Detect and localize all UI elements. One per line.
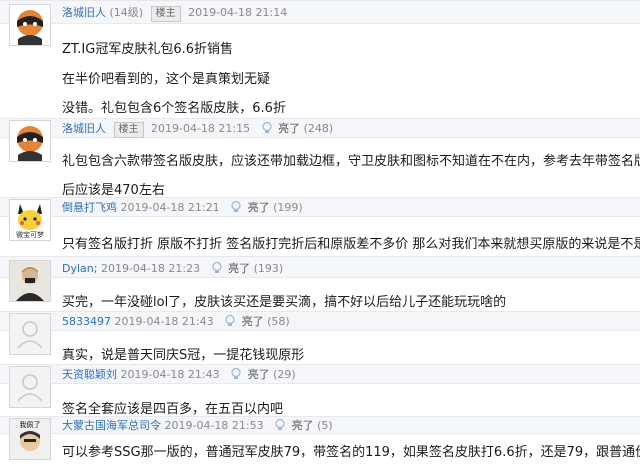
post-meta: 5833497 2019-04-18 21:43 亮了 (58) bbox=[62, 313, 290, 330]
avatar-ninja-icon bbox=[10, 5, 50, 45]
like-count: (193) bbox=[253, 262, 284, 275]
username[interactable]: Dylan; bbox=[62, 262, 97, 275]
post-text-line: 真实，说是普天同庆S冠，一提花钱现原形 bbox=[62, 348, 305, 363]
op-badge: 楼主 bbox=[113, 122, 144, 138]
timestamp: 2019-04-18 21:21 bbox=[120, 201, 220, 214]
post-meta: 大蒙古国海军总司令 2019-04-18 21:53 亮了 (5) bbox=[62, 417, 333, 434]
timestamp: 2019-04-18 21:23 bbox=[100, 262, 201, 275]
like-count: (29) bbox=[273, 368, 296, 381]
timestamp: 2019-04-18 21:15 bbox=[151, 122, 251, 135]
post-text-line: 没错。礼包包含6个签名版皮肤，6.6折 bbox=[62, 101, 286, 116]
post-meta: Dylan; 2019-04-18 21:23 亮了 (193) bbox=[62, 260, 283, 277]
like-count: (248) bbox=[303, 122, 334, 135]
avatar-ninja-icon bbox=[10, 121, 50, 161]
post-text-line: 签名全套应该是四百多，在五百以内吧 bbox=[62, 402, 284, 417]
post-meta: 天资聪颖刘 2019-04-18 21:43 亮了 (29) bbox=[62, 366, 296, 383]
like-label[interactable]: 亮了 bbox=[248, 368, 270, 381]
username[interactable]: 洛城旧人 bbox=[62, 122, 106, 135]
like-bulb-icon[interactable] bbox=[225, 314, 235, 330]
like-bulb-icon[interactable] bbox=[231, 367, 241, 383]
like-count: (58) bbox=[267, 315, 290, 328]
avatar-photo-icon bbox=[10, 261, 50, 301]
post-meta: 洛城旧人 楼主 2019-04-18 21:15 亮了 (248) bbox=[62, 120, 333, 138]
op-badge: 楼主 bbox=[150, 6, 181, 22]
post-meta: 倒悬打飞鸡 2019-04-18 21:21 亮了 (199) bbox=[62, 199, 303, 216]
avatar[interactable]: 我佩了 bbox=[9, 418, 51, 460]
like-bulb-icon[interactable] bbox=[262, 121, 272, 137]
like-label[interactable]: 亮了 bbox=[228, 262, 250, 275]
user-level: (14级) bbox=[109, 6, 144, 19]
like-label[interactable]: 亮了 bbox=[242, 315, 264, 328]
post-text-line: 只有签名版打折 原版不打折 签名版打完折后和原版差不多价 那么对我们本来就想买原… bbox=[62, 237, 640, 252]
like-count: (5) bbox=[317, 419, 333, 432]
post-text-line: 可以参考SSG那一版的，普通冠军皮肤79，带签名的119，如果签名皮肤打6.6折… bbox=[62, 445, 640, 460]
post-meta: 洛城旧人 (14级) 楼主 2019-04-18 21:14 bbox=[62, 4, 287, 22]
username[interactable]: 大蒙古国海军总司令 bbox=[62, 419, 161, 432]
like-count: (199) bbox=[273, 201, 303, 214]
post-text-line: 礼包包含六款带签名版皮肤，应该还带加载边框，守卫皮肤和图标不知道在不在内，参考去… bbox=[62, 154, 640, 169]
like-label[interactable]: 亮了 bbox=[248, 201, 270, 214]
avatar-caption: 我佩了 bbox=[19, 421, 41, 429]
timestamp: 2019-04-18 21:53 bbox=[164, 419, 264, 432]
like-label[interactable]: 亮了 bbox=[278, 122, 300, 135]
post-text-line: 后应该是470左右 bbox=[62, 183, 165, 198]
avatar[interactable] bbox=[9, 120, 51, 162]
username[interactable]: 5833497 bbox=[62, 315, 111, 328]
username[interactable]: 洛城旧人 bbox=[62, 6, 106, 19]
timestamp: 2019-04-18 21:43 bbox=[120, 368, 220, 381]
avatar[interactable] bbox=[9, 313, 51, 355]
post-text-line: 买完，一年没碰lol了，皮肤该买还是要买滴，搞不好以后给儿子还能玩玩啥的 bbox=[62, 295, 507, 310]
like-bulb-icon[interactable] bbox=[211, 261, 222, 277]
timestamp: 2019-04-18 21:14 bbox=[188, 6, 288, 19]
like-bulb-icon[interactable] bbox=[275, 418, 285, 434]
like-bulb-icon[interactable] bbox=[231, 200, 241, 216]
post-text-line: 在半价吧看到的，这个是真策划无疑 bbox=[62, 72, 271, 87]
avatar[interactable] bbox=[9, 4, 51, 46]
avatar-caption: 微宝可梦 bbox=[10, 230, 50, 240]
avatar[interactable]: 微宝可梦 bbox=[9, 199, 51, 241]
default-avatar-icon bbox=[10, 314, 50, 354]
avatar[interactable] bbox=[9, 260, 51, 302]
username[interactable]: 天资聪颖刘 bbox=[62, 368, 117, 381]
post-text-line: ZT.IG冠军皮肤礼包6.6折销售 bbox=[62, 42, 234, 57]
default-avatar-icon bbox=[10, 367, 50, 407]
username[interactable]: 倒悬打飞鸡 bbox=[62, 201, 117, 214]
like-label[interactable]: 亮了 bbox=[292, 419, 314, 432]
avatar[interactable] bbox=[9, 366, 51, 408]
timestamp: 2019-04-18 21:43 bbox=[114, 315, 214, 328]
